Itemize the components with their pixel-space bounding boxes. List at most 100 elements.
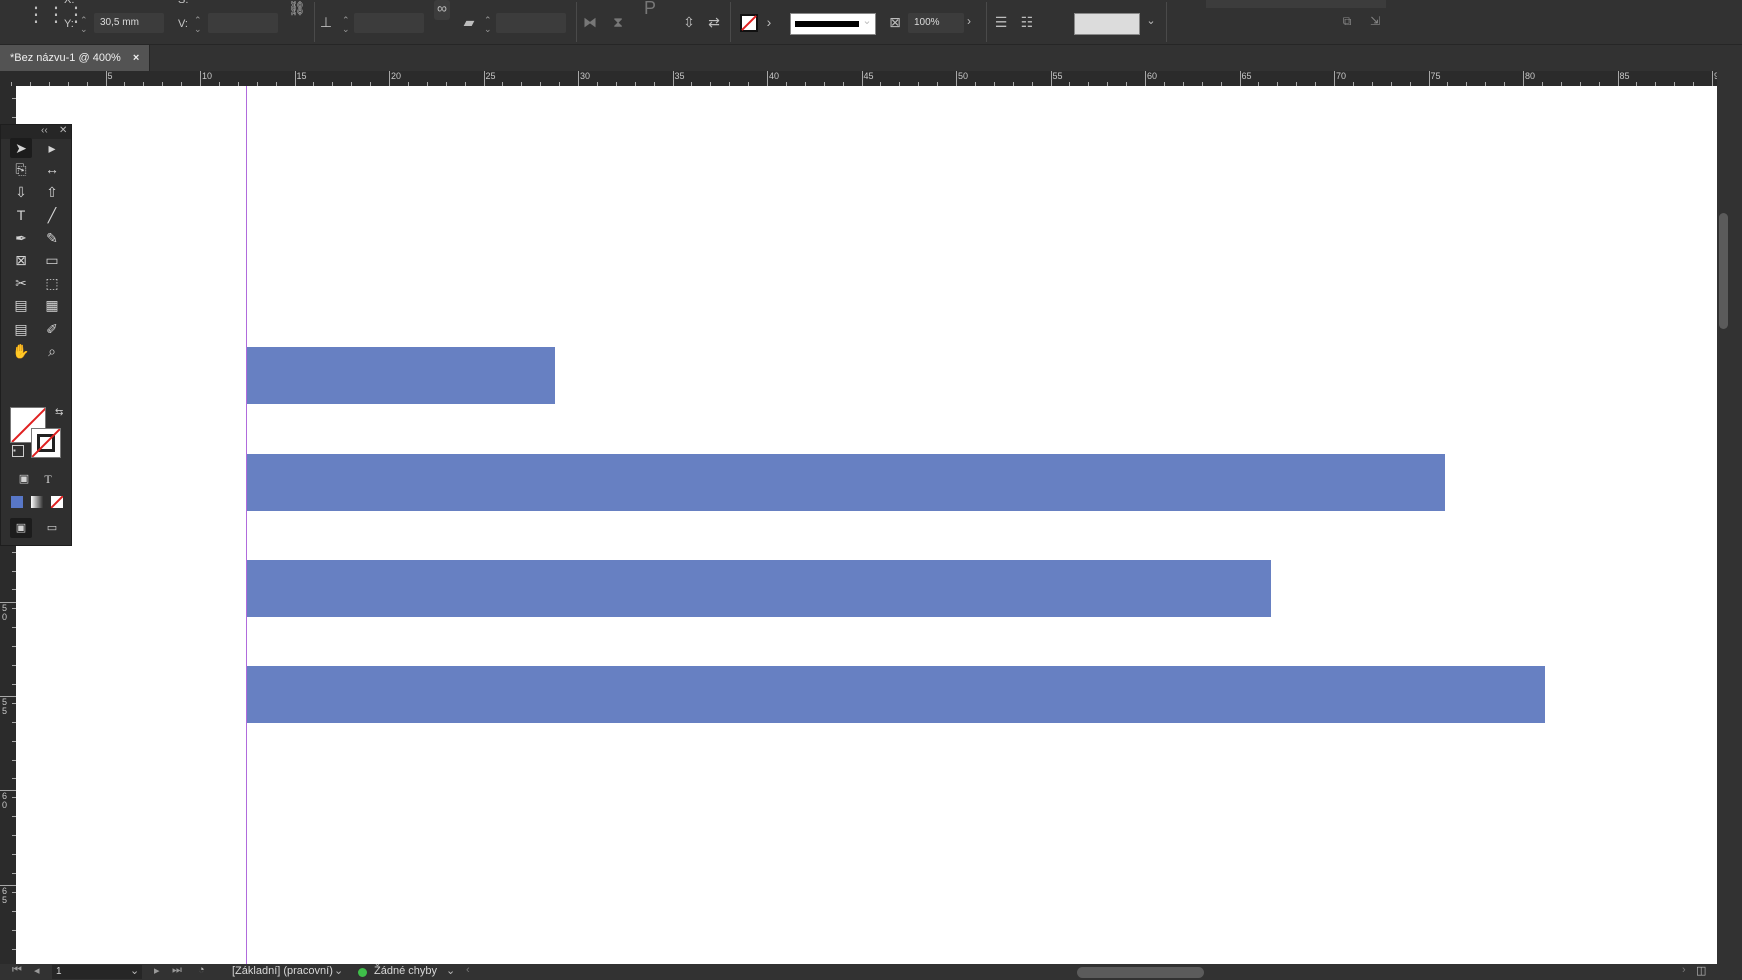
reference-point-icon[interactable]: ⋮⋮⋮: [26, 2, 86, 26]
opacity-field[interactable]: 100%: [908, 13, 964, 33]
chevron-down-icon[interactable]: ⌄: [860, 14, 874, 27]
clear-overrides-icon[interactable]: ⧉: [1336, 14, 1358, 29]
ruler-label: 85: [1619, 71, 1630, 81]
scissors-tool-icon[interactable]: ✂: [10, 273, 32, 293]
ruler-label: 35: [674, 71, 685, 81]
page-edge-guide: [246, 86, 247, 964]
free-transform-tool-icon[interactable]: ⬚: [41, 273, 63, 293]
note-tool-icon[interactable]: ▤: [10, 319, 32, 339]
chart-bar[interactable]: [247, 454, 1446, 511]
ruler-label: 15: [296, 71, 307, 81]
apply-gradient-icon[interactable]: [31, 496, 43, 508]
scroll-left-icon[interactable]: ‹: [466, 964, 470, 976]
select-content-icon[interactable]: ⇄: [704, 14, 724, 31]
profile-chevron-icon[interactable]: ⌄: [334, 964, 343, 977]
ruler-label: 6 0: [2, 791, 8, 810]
page-tool-icon[interactable]: ⎘: [10, 159, 32, 179]
rectangle-frame-tool-icon[interactable]: ⊠: [10, 250, 32, 270]
formatting-affects-container-icon[interactable]: ▣: [13, 469, 35, 489]
opacity-menu-icon[interactable]: ›: [962, 14, 976, 28]
last-page-icon[interactable]: ⏭: [172, 964, 182, 977]
gradient-feather-tool-icon[interactable]: ▦: [41, 295, 63, 315]
rectangle-tool-icon[interactable]: ▭: [41, 250, 63, 270]
page-number: 1: [56, 966, 62, 977]
stroke-swatch-icon[interactable]: [740, 14, 758, 32]
chart-bar[interactable]: [247, 666, 1545, 723]
tools-panel: ‹‹ ✕ ⇆ ▪ ▣ T ▣ ▭ ➤ ▸ ⎘ ↔ ⇩ ⇧ T ╱ ✒ ✎ ⊠ ▭ ✂ ⬚ ▤ ▦ ▤ ✐ ✋ ⌕: [0, 124, 72, 546]
hand-tool-icon[interactable]: ✋: [10, 341, 32, 361]
preflight-status[interactable]: Žádné chyby: [374, 965, 437, 977]
line-tool-icon[interactable]: ╱: [41, 205, 63, 225]
content-placer-icon[interactable]: ⇧: [41, 182, 63, 202]
open-page-icon[interactable]: ◔: [198, 964, 205, 976]
zoom-tool-icon[interactable]: ⌕: [41, 341, 63, 361]
x-label: X:: [64, 0, 75, 6]
gap-tool-icon[interactable]: ↔: [41, 159, 63, 179]
select-container-icon[interactable]: ⇳: [680, 14, 698, 31]
y-stepper-icon[interactable]: ⌃ ⌄: [80, 16, 88, 34]
selection-tool-icon[interactable]: ➤: [10, 138, 32, 158]
height-stepper-icon[interactable]: ⌃ ⌄: [194, 16, 202, 34]
apply-none-icon[interactable]: [51, 496, 63, 508]
swap-fill-stroke-icon[interactable]: ⇆: [55, 407, 63, 418]
flip-horizontal-icon[interactable]: ⧓: [580, 14, 600, 31]
document-tab-bar: *Bez názvu-1 @ 400% ×: [0, 45, 1742, 71]
horizontal-ruler[interactable]: 5 10 15 20 25 30 35 40 45 50 55 60 65 70 75 80 85 9: [0, 71, 1717, 86]
link-scale-icon[interactable]: ∞: [434, 0, 450, 20]
previous-page-icon[interactable]: ◂: [34, 964, 40, 977]
flip-vertical-icon[interactable]: ⧗: [608, 14, 628, 31]
stroke-swatch[interactable]: [31, 428, 61, 458]
normal-view-icon[interactable]: ▣: [10, 518, 32, 538]
scale-y-stepper-icon[interactable]: ⌃ ⌄: [342, 16, 350, 34]
pencil-tool-icon[interactable]: ✎: [41, 228, 63, 248]
page-number-field[interactable]: 1: [52, 965, 142, 979]
paragraph-icon: P: [643, 0, 656, 18]
direct-selection-tool-icon[interactable]: ▸: [41, 138, 63, 158]
gradient-swatch-tool-icon[interactable]: ▤: [10, 295, 32, 315]
first-page-icon[interactable]: ⏮: [12, 964, 22, 977]
object-style-chevron-icon[interactable]: ⌄: [1144, 14, 1158, 27]
tools-panel-header[interactable]: ‹‹ ✕: [1, 125, 71, 139]
page-menu-chevron-icon[interactable]: ⌄: [130, 964, 139, 977]
close-panel-icon[interactable]: ✕: [59, 125, 67, 136]
vertical-scroll-thumb[interactable]: [1719, 213, 1728, 329]
ruler-label: 25: [485, 71, 496, 81]
screen-mode-icon[interactable]: ▭: [41, 518, 63, 538]
default-fill-stroke-icon[interactable]: ▪: [12, 445, 24, 457]
content-collector-icon[interactable]: ⇩: [10, 182, 32, 202]
type-tool-icon[interactable]: T: [10, 205, 32, 225]
scroll-right-icon[interactable]: ›: [1682, 964, 1686, 976]
ruler-label: 30: [580, 71, 591, 81]
next-page-icon[interactable]: ▸: [154, 964, 160, 977]
tab-title: *Bez názvu-1 @ 400%: [10, 52, 121, 64]
scale-y-field[interactable]: [354, 13, 424, 33]
wrap-around-icon[interactable]: ☷: [1018, 14, 1036, 31]
style-field[interactable]: [1206, 0, 1386, 8]
y-position-field[interactable]: 30,5 mm: [94, 13, 164, 33]
document-canvas[interactable]: [16, 86, 1717, 964]
redefine-style-icon[interactable]: ⇲: [1364, 14, 1386, 28]
height-field[interactable]: [208, 13, 278, 33]
shear-field[interactable]: [496, 13, 566, 33]
v-label: V:: [178, 18, 188, 30]
formatting-affects-text-icon[interactable]: T: [37, 469, 59, 489]
tab-document[interactable]: *Bez názvu-1 @ 400% ×: [0, 45, 151, 71]
ruler-label: 50: [958, 71, 969, 81]
chart-bar[interactable]: [247, 347, 555, 404]
horizontal-scroll-thumb[interactable]: [1077, 967, 1204, 978]
split-window-icon[interactable]: ◫: [1696, 964, 1706, 977]
close-icon[interactable]: ×: [133, 45, 139, 71]
collapse-icon[interactable]: ‹‹: [41, 125, 48, 136]
apply-color-icon[interactable]: [11, 496, 23, 508]
text-wrap-icon[interactable]: ☰: [992, 14, 1010, 31]
pen-tool-icon[interactable]: ✒: [10, 228, 32, 248]
preflight-profile[interactable]: [Základní] (pracovní): [232, 965, 333, 977]
object-style-field[interactable]: [1074, 13, 1140, 35]
status-chevron-icon[interactable]: ⌄: [446, 964, 455, 977]
shear-stepper-icon[interactable]: ⌃ ⌄: [484, 16, 492, 34]
eyedropper-tool-icon[interactable]: ✐: [41, 319, 63, 339]
vertical-scrollbar[interactable]: [1717, 71, 1742, 964]
stroke-menu-icon[interactable]: ›: [762, 14, 776, 30]
constrain-proportions-icon[interactable]: ⛓: [288, 0, 306, 17]
chart-bar[interactable]: [247, 560, 1271, 617]
